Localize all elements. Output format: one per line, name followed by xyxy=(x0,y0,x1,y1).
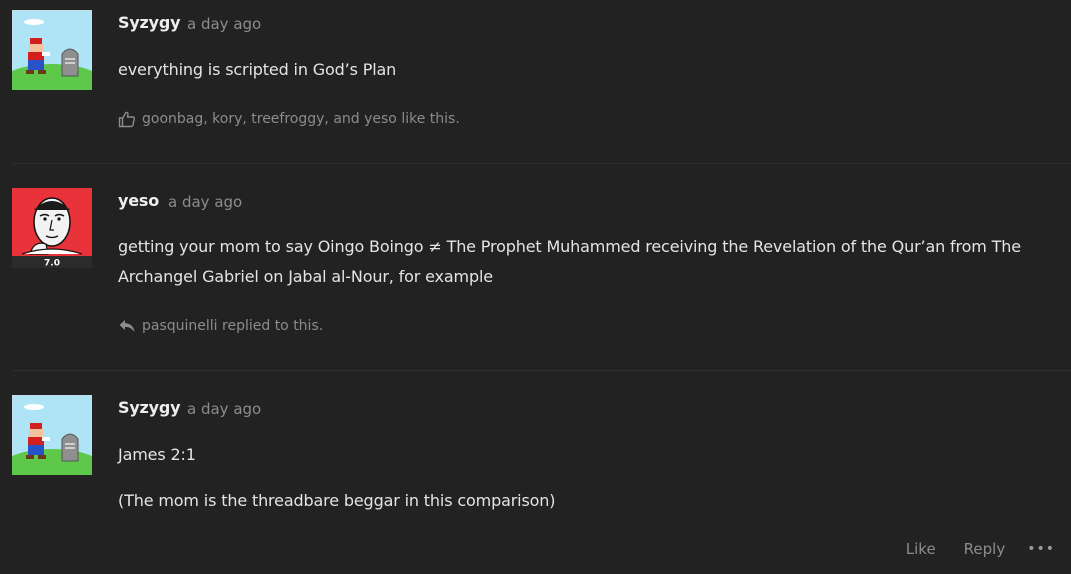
post-author[interactable]: Syzygy xyxy=(118,398,181,417)
post-divider xyxy=(12,163,1071,164)
post-divider xyxy=(12,370,1071,371)
replies-text[interactable]: pasquinelli replied to this. xyxy=(142,318,323,334)
avatar-syzygy[interactable] xyxy=(12,10,92,90)
like-button[interactable]: Like xyxy=(906,540,936,558)
likes-text[interactable]: goonbag, kory, treefroggy, and yeso like… xyxy=(142,111,460,127)
post-actions: Like Reply ••• xyxy=(878,540,1055,558)
post-body: James 2:1 xyxy=(118,440,1038,470)
avatar-yeso[interactable]: 7.0 xyxy=(12,188,92,268)
post-author[interactable]: yeso xyxy=(118,191,159,210)
post-time[interactable]: a day ago xyxy=(187,400,261,418)
post-likes: goonbag, kory, treefroggy, and yeso like… xyxy=(118,110,460,128)
thumbs-up-icon xyxy=(118,110,136,128)
reply-icon xyxy=(118,317,136,335)
reply-button[interactable]: Reply xyxy=(964,540,1006,558)
post-author[interactable]: Syzygy xyxy=(118,13,181,32)
post-paragraph: James 2:1 xyxy=(118,445,196,464)
post-body: (The mom is the threadbare beggar in thi… xyxy=(118,486,1038,516)
post-body: getting your mom to say Oingo Boingo ≠ T… xyxy=(118,232,1038,292)
post-replies: pasquinelli replied to this. xyxy=(118,317,323,335)
post-paragraph: everything is scripted in God’s Plan xyxy=(118,60,397,79)
avatar-syzygy[interactable] xyxy=(12,395,92,475)
post-body: everything is scripted in God’s Plan xyxy=(118,55,1038,85)
more-options-icon[interactable]: ••• xyxy=(1027,541,1055,557)
post-paragraph: getting your mom to say Oingo Boingo ≠ T… xyxy=(118,237,1021,286)
post-paragraph: (The mom is the threadbare beggar in thi… xyxy=(118,491,556,510)
avatar-badge: 7.0 xyxy=(44,259,60,269)
post-time[interactable]: a day ago xyxy=(168,193,242,211)
post-time[interactable]: a day ago xyxy=(187,15,261,33)
